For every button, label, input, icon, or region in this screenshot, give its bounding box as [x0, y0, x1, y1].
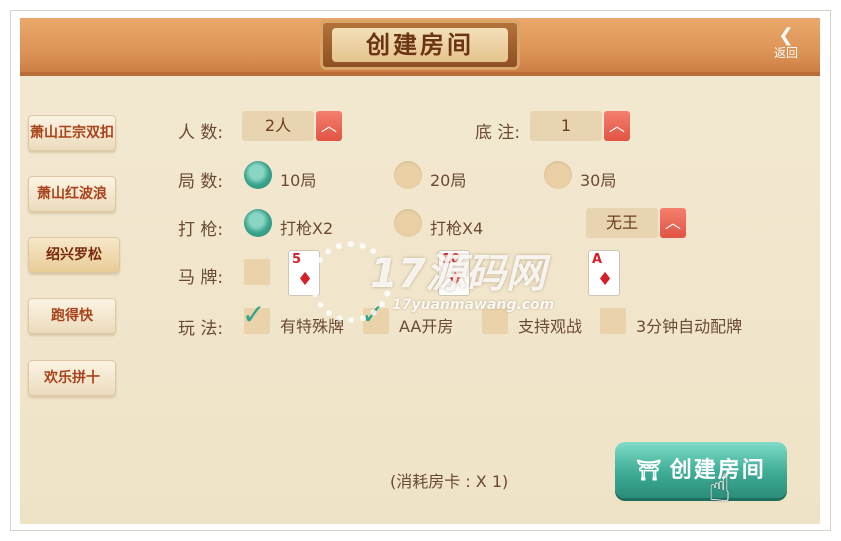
sidebar-item-xiaoshan-hongbolang[interactable]: 萧山红波浪: [28, 176, 116, 212]
rules-label: 玩 法:: [178, 319, 224, 339]
horse-card-label: 马 牌:: [178, 268, 224, 288]
sidebar-item-paodekuai[interactable]: 跑得快: [28, 298, 116, 334]
building-icon: ⛩: [636, 458, 664, 482]
rule-aa-room-label: AA开房: [399, 317, 454, 336]
rule-special-cards-checkbox[interactable]: ✓: [242, 298, 270, 334]
gun-label: 打 枪:: [178, 220, 224, 240]
watermark-sub: 17yuanmawang.com: [392, 297, 555, 313]
diamond-icon: ♦: [597, 269, 614, 290]
horse-card-5[interactable]: 5 ♦: [288, 250, 320, 296]
card-rank: 5: [292, 252, 302, 267]
rounds-option-30: 30局: [580, 171, 617, 190]
rule-spectate-checkbox[interactable]: [482, 308, 508, 334]
diamond-icon: ♦: [297, 269, 314, 290]
rounds-option-10: 10局: [280, 171, 317, 190]
rounds-option-20: 20局: [430, 171, 467, 190]
rule-aa-room-checkbox[interactable]: ✓: [361, 298, 389, 334]
rule-special-cards-label: 有特殊牌: [280, 317, 345, 336]
create-room-panel: 创建房间 ❮ 返回 萧山正宗双扣 萧山红波浪 绍兴罗松 跑得快 欢乐拼十 人 数…: [20, 18, 820, 524]
players-up-button[interactable]: ︿: [316, 111, 342, 141]
gun-radio-x2[interactable]: [244, 209, 272, 237]
sidebar-item-huanle-pinshi[interactable]: 欢乐拼十: [28, 360, 116, 396]
rule-auto-arrange-checkbox[interactable]: [600, 308, 626, 334]
header-bar: 创建房间 ❮ 返回: [20, 18, 820, 76]
back-button[interactable]: ❮ 返回: [764, 25, 808, 61]
sidebar-item-xiaoshan-shuangkou[interactable]: 萧山正宗双扣: [28, 115, 116, 151]
base-bet-up-button[interactable]: ︿: [604, 111, 630, 141]
rule-auto-arrange-label: 3分钟自动配牌: [636, 317, 743, 336]
back-label: 返回: [773, 46, 798, 60]
horse-card-checkbox[interactable]: [244, 259, 270, 285]
base-bet-label: 底 注:: [475, 123, 521, 143]
diamond-icon: ♦: [447, 269, 464, 290]
rounds-radio-10[interactable]: [244, 161, 272, 189]
checkmark-icon: ✓: [242, 298, 266, 331]
checkmark-icon: ✓: [361, 298, 385, 331]
rounds-radio-20[interactable]: [394, 161, 422, 189]
joker-value: 无王: [586, 208, 658, 238]
base-bet-value: 1: [530, 111, 602, 141]
card-rank: A: [592, 252, 603, 267]
gun-radio-x4[interactable]: [394, 209, 422, 237]
chevron-up-icon: ︿: [320, 116, 337, 135]
horse-card-10[interactable]: 10 ♦: [438, 250, 470, 296]
gun-option-x2: 打枪X2: [280, 219, 334, 238]
watermark: 17源码网 17yuanmawang.com: [310, 233, 630, 323]
page-title: 创建房间: [332, 28, 508, 62]
sidebar-item-shaoxing-luosong[interactable]: 绍兴罗松: [28, 237, 120, 273]
title-plaque: 创建房间: [320, 20, 520, 70]
card-rank: 10: [442, 252, 461, 267]
joker-up-button[interactable]: ︿: [660, 208, 686, 238]
rule-spectate-label: 支持观战: [518, 317, 583, 336]
chevron-up-icon: ︿: [664, 213, 681, 232]
chevron-up-icon: ︿: [608, 116, 625, 135]
gun-option-x4: 打枪X4: [430, 219, 484, 238]
back-arrow-icon: ❮: [778, 25, 794, 46]
rounds-radio-30[interactable]: [544, 161, 572, 189]
players-value: 2人: [242, 111, 314, 141]
horse-card-a[interactable]: A ♦: [588, 250, 620, 296]
create-room-button[interactable]: ⛩ 创建房间: [615, 442, 787, 498]
rounds-label: 局 数:: [178, 172, 224, 192]
players-label: 人 数:: [178, 123, 224, 143]
room-card-cost: (消耗房卡 : X 1): [390, 472, 509, 491]
pointer-hand-icon: ☝: [708, 466, 732, 510]
